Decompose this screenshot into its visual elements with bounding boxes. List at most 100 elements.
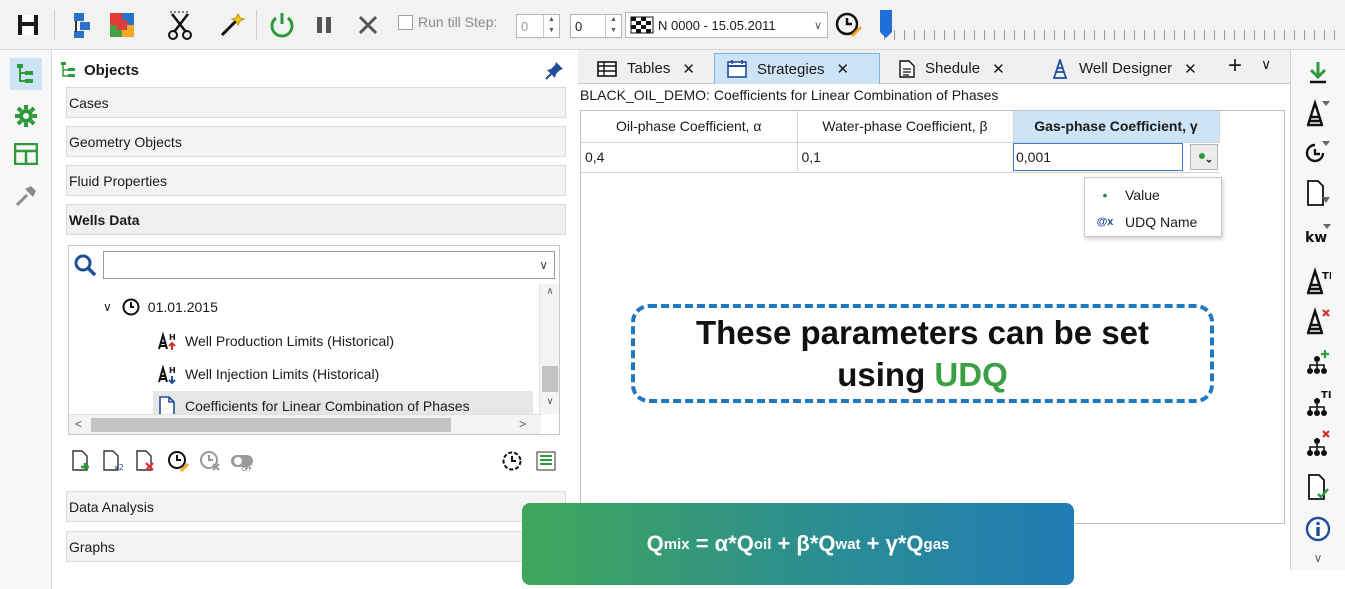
clock-icon <box>122 298 140 316</box>
download-icon[interactable] <box>1301 56 1335 90</box>
tab-well-designer[interactable]: Well Designer ✕ <box>1038 53 1198 84</box>
toggle-off-icon[interactable]: OFF <box>230 448 254 474</box>
main-toolbar: Run till Step: 0 ▲ ▼ 0 ▲ ▼ N 0000 - 15.05.… <box>0 0 1345 50</box>
tree-vertical-scrollbar[interactable]: ∧ ∨ <box>539 284 559 414</box>
clock-refresh-icon[interactable] <box>500 448 524 474</box>
search-icon[interactable] <box>73 253 97 277</box>
svg-text:OFF: OFF <box>242 467 252 472</box>
clock-edit-icon[interactable] <box>166 448 190 474</box>
objects-header: Objects <box>60 58 565 82</box>
tree-horizontal-scrollbar[interactable]: < > <box>69 414 541 434</box>
objects-tree-icon[interactable] <box>10 58 42 90</box>
svg-text:H: H <box>169 366 176 375</box>
pause-icon[interactable] <box>308 8 340 42</box>
well-limits-injection-icon: H <box>158 364 176 384</box>
clock-filter-icon[interactable] <box>1301 136 1335 170</box>
magic-wand-icon[interactable] <box>216 8 248 42</box>
gas-coefficient-input[interactable]: 0,001 <box>1013 143 1183 171</box>
group-add-icon[interactable] <box>1301 346 1335 380</box>
stop-icon[interactable] <box>352 8 384 42</box>
search-input[interactable]: ∨ <box>103 251 555 279</box>
hammer-icon[interactable] <box>10 180 42 212</box>
tree-item-date[interactable]: ∨ 01.01.2015 <box>103 292 218 322</box>
content-title: BLACK_OIL_DEMO: Coefficients for Linear … <box>580 87 999 103</box>
run-till-step-checkbox[interactable] <box>398 14 413 30</box>
cell-oil[interactable]: 0,4 <box>581 142 798 173</box>
well-delete-icon[interactable] <box>1301 304 1335 338</box>
tab-tables[interactable]: Tables ✕ <box>584 53 696 84</box>
save-icon[interactable] <box>12 8 44 42</box>
clock-delete-icon[interactable] <box>198 448 222 474</box>
well-template-icon[interactable]: TI <box>1301 264 1335 298</box>
section-wells-data[interactable]: Wells Data <box>66 204 566 235</box>
scroll-thumb[interactable] <box>91 418 451 432</box>
group-template-icon[interactable]: TI <box>1301 386 1335 420</box>
add-document-icon[interactable] <box>70 448 94 474</box>
column-header-gas[interactable]: Gas-phase Coefficient, γ <box>1013 111 1220 143</box>
close-icon[interactable]: ✕ <box>682 60 695 78</box>
scroll-thumb[interactable] <box>542 366 558 392</box>
timeline-thumb[interactable] <box>880 10 892 40</box>
left-rail <box>0 50 52 589</box>
section-cases[interactable]: Cases <box>66 87 566 118</box>
close-icon[interactable]: ✕ <box>1184 60 1197 78</box>
value-dot-icon: • <box>1102 187 1108 203</box>
run-till-step[interactable]: Run till Step: <box>398 14 497 30</box>
pin-icon[interactable] <box>545 60 565 80</box>
callout-line-2: using UDQ <box>837 355 1008 393</box>
chevron-down-icon: ∨ <box>813 19 823 32</box>
section-graphs[interactable]: Graphs <box>66 531 566 562</box>
keyword-filter-icon[interactable]: kw <box>1301 216 1335 250</box>
document-tabs: Tables ✕ Strategies ✕ Shedule ✕ Well Des… <box>578 50 1290 84</box>
section-geometry-objects[interactable]: Geometry Objects <box>66 126 566 157</box>
cut-icon[interactable] <box>164 8 196 42</box>
info-icon[interactable] <box>1301 512 1335 546</box>
run-till-step-input[interactable]: 0 ▲ ▼ <box>516 14 560 38</box>
wells-data-tree: ∨ ∨ 01.01.2015 H Well Production Limits … <box>68 245 560 435</box>
svg-text:TI: TI <box>1322 271 1331 282</box>
menu-item-value[interactable]: • Value <box>1085 181 1221 209</box>
value-dot-icon <box>1199 153 1212 163</box>
add-tab-button[interactable]: + <box>1228 52 1242 80</box>
gear-icon[interactable] <box>10 100 42 132</box>
column-header-water[interactable]: Water-phase Coefficient, β <box>797 111 1014 143</box>
tab-strategies[interactable]: Strategies ✕ <box>714 53 880 84</box>
document-check-icon[interactable] <box>1301 470 1335 504</box>
udq-callout: These parameters can be set using UDQ <box>631 304 1214 403</box>
tree-item-injection-limits[interactable]: H Well Injection Limits (Historical) <box>157 359 379 389</box>
list-icon[interactable] <box>534 448 558 474</box>
well-filter-icon[interactable] <box>1301 96 1335 130</box>
group-delete-icon[interactable] <box>1301 426 1335 460</box>
close-icon[interactable]: ✕ <box>992 60 1005 78</box>
structure-icon[interactable] <box>66 8 98 42</box>
column-header-oil[interactable]: Oil-phase Coefficient, α <box>581 111 798 143</box>
chevron-down-icon[interactable]: ∨ <box>539 258 548 272</box>
section-fluid-properties[interactable]: Fluid Properties <box>66 165 566 196</box>
layout-icon[interactable] <box>10 138 42 170</box>
tree-item-production-limits[interactable]: H Well Production Limits (Historical) <box>157 326 394 356</box>
more-chevron-icon[interactable]: ∨ <box>1301 548 1335 568</box>
power-run-icon[interactable] <box>266 8 298 42</box>
color-palette-icon[interactable] <box>106 8 138 42</box>
tree-search: ∨ <box>73 250 555 280</box>
close-icon[interactable]: ✕ <box>837 60 850 78</box>
copy-document-icon[interactable]: x2 <box>102 448 126 474</box>
value-type-dropdown-button[interactable] <box>1190 144 1218 170</box>
clock-edit-icon[interactable] <box>832 8 864 42</box>
value-type-menu: • Value @x UDQ Name <box>1084 177 1222 237</box>
timeline-slider[interactable] <box>880 10 1340 40</box>
step-selector[interactable]: N 0000 - 15.05.2011 ∨ <box>625 12 828 38</box>
cell-water[interactable]: 0,1 <box>797 142 1014 173</box>
objects-title: Objects <box>84 61 140 79</box>
chevron-down-icon[interactable]: ∨ <box>1261 56 1271 73</box>
chevron-down-icon[interactable]: ∨ <box>103 300 112 314</box>
tab-shedule[interactable]: Shedule ✕ <box>886 53 1006 84</box>
document-filter-icon[interactable] <box>1301 176 1335 210</box>
objects-tree-icon <box>61 62 75 77</box>
well-icon <box>1051 58 1069 79</box>
delete-document-icon[interactable] <box>134 448 158 474</box>
section-data-analysis[interactable]: Data Analysis <box>66 491 566 522</box>
svg-text:x2: x2 <box>114 463 124 472</box>
menu-item-udq-name[interactable]: @x UDQ Name <box>1085 208 1221 236</box>
step-input[interactable]: 0 ▲ ▼ <box>570 14 622 38</box>
